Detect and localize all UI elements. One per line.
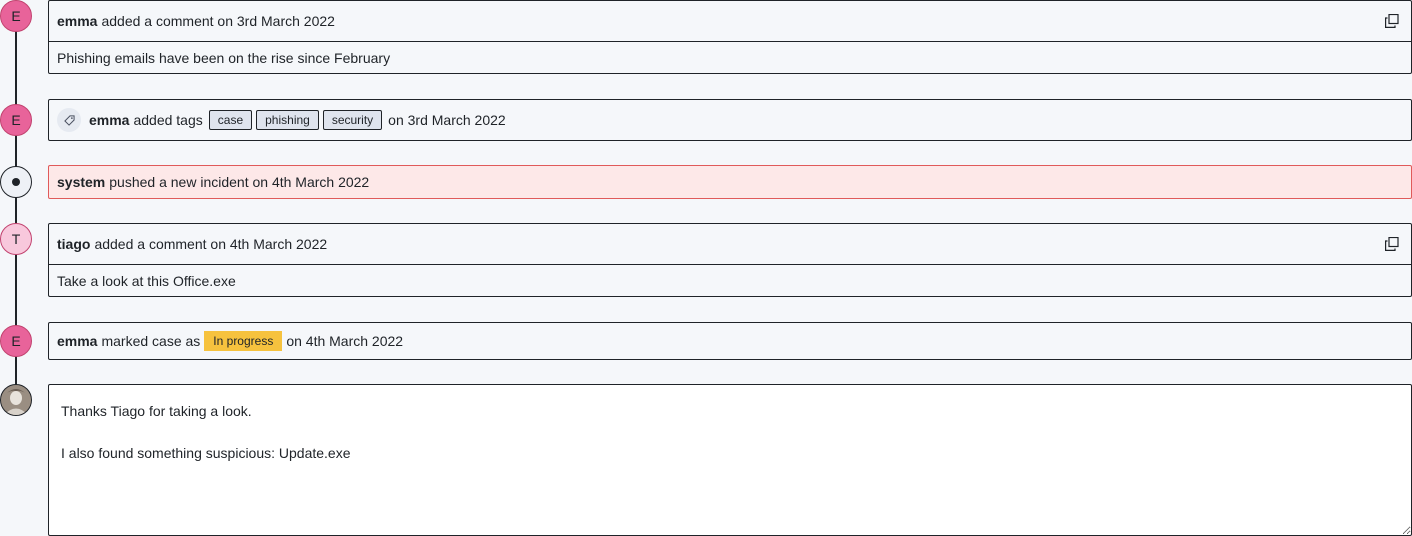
event-action: pushed a new incident on 4th March 2022 xyxy=(109,174,370,190)
event-header: emma added a comment on 3rd March 2022 xyxy=(49,1,1411,41)
avatar-emma: E xyxy=(0,104,32,136)
tag-icon xyxy=(57,108,81,132)
event-date: on 4th March 2022 xyxy=(286,333,404,349)
comment-event: tiago added a comment on 4th March 2022 … xyxy=(48,223,1412,297)
status-event: emma marked case as In progress on 4th M… xyxy=(48,322,1412,360)
avatar-letter: T xyxy=(11,231,21,247)
tag-phishing[interactable]: phishing xyxy=(256,110,319,130)
tag-case[interactable]: case xyxy=(208,110,253,130)
avatar-letter: E xyxy=(11,333,21,349)
event-action: marked case as xyxy=(101,333,201,349)
comment-event: emma added a comment on 3rd March 2022 P… xyxy=(48,0,1412,74)
event-user[interactable]: system xyxy=(57,174,105,190)
event-user[interactable]: emma xyxy=(57,333,97,349)
copy-icon[interactable] xyxy=(1385,236,1399,251)
copy-icon[interactable] xyxy=(1385,13,1399,28)
comment-body: Take a look at this Office.exe xyxy=(49,264,1411,296)
event-user[interactable]: emma xyxy=(57,13,97,29)
avatar-tiago: T xyxy=(0,223,32,255)
avatar-emma: E xyxy=(0,0,32,32)
event-action: added tags xyxy=(133,112,203,128)
event-user[interactable]: tiago xyxy=(57,236,90,252)
avatar-letter: E xyxy=(11,112,21,128)
event-date: on 3rd March 2022 xyxy=(388,112,506,128)
tag-security[interactable]: security xyxy=(322,110,383,130)
system-event: system pushed a new incident on 4th Marc… xyxy=(48,165,1412,199)
tags-event: emma added tags case phishing security o… xyxy=(48,99,1412,141)
event-header: emma added tags case phishing security o… xyxy=(49,100,1411,140)
avatar-current-user xyxy=(0,384,32,416)
event-action: added a comment on 3rd March 2022 xyxy=(101,13,335,29)
event-header: emma marked case as In progress on 4th M… xyxy=(49,323,1411,359)
avatar-system xyxy=(0,166,32,198)
avatar-emma: E xyxy=(0,325,32,357)
event-user[interactable]: emma xyxy=(89,112,129,128)
comment-body: Phishing emails have been on the rise si… xyxy=(49,41,1411,73)
event-header: system pushed a new incident on 4th Marc… xyxy=(49,166,1411,198)
system-dot-icon xyxy=(12,178,20,186)
status-badge: In progress xyxy=(204,331,283,351)
event-header: tiago added a comment on 4th March 2022 xyxy=(49,224,1411,264)
avatar-letter: E xyxy=(11,8,21,24)
event-action: added a comment on 4th March 2022 xyxy=(94,236,328,252)
comment-input[interactable]: Thanks Tiago for taking a look. I also f… xyxy=(48,384,1412,536)
user-photo-icon xyxy=(1,385,31,415)
